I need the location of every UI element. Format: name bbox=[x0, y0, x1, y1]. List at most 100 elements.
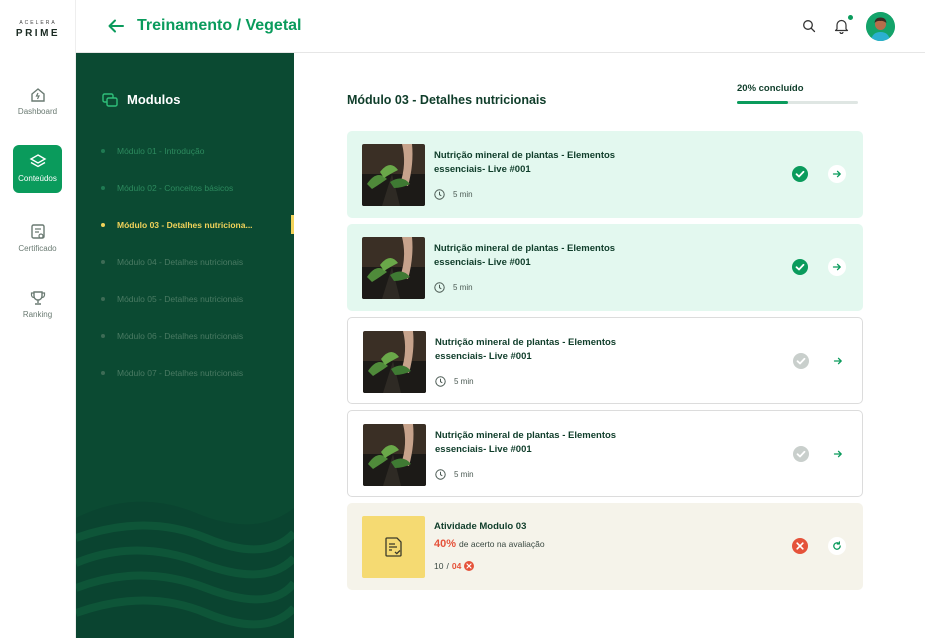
notification-dot bbox=[848, 15, 853, 20]
modules-header: Modulos bbox=[102, 92, 180, 107]
module-label: Módulo 05 - Detalhes nutricionais bbox=[117, 293, 244, 304]
search-icon[interactable] bbox=[802, 19, 816, 33]
lesson-card[interactable]: Nutrição mineral de plantas - Elementos … bbox=[347, 131, 863, 218]
page-title: Treinamento / Vegetal bbox=[137, 17, 302, 34]
activity-score: 40% de acerto na avaliação bbox=[434, 538, 545, 550]
nav-label: Certificado bbox=[18, 244, 57, 253]
lesson-duration: 5 min bbox=[435, 469, 474, 480]
activity-card[interactable]: Atividade Modulo 03 40% de acerto na ava… bbox=[347, 503, 863, 590]
module-title: Módulo 03 - Detalhes nutricionais bbox=[347, 93, 547, 107]
lesson-duration-text: 5 min bbox=[453, 283, 473, 292]
layers-icon bbox=[29, 154, 46, 168]
clock-icon bbox=[434, 282, 445, 293]
bell-icon[interactable] bbox=[834, 18, 849, 34]
lesson-duration-text: 5 min bbox=[454, 377, 474, 386]
module-item[interactable]: Módulo 02 - Conceitos básicos bbox=[101, 169, 294, 206]
score-percent: 40% bbox=[434, 538, 457, 550]
retry-button[interactable] bbox=[828, 537, 846, 555]
open-lesson-button[interactable] bbox=[828, 258, 846, 276]
trophy-icon bbox=[30, 291, 45, 305]
module-dot bbox=[101, 222, 105, 227]
lesson-title: Nutrição mineral de plantas - Elementos … bbox=[434, 150, 616, 175]
nav-item-ranking[interactable]: Ranking bbox=[13, 281, 62, 329]
lesson-duration-text: 5 min bbox=[454, 470, 474, 479]
modules-title: Modulos bbox=[127, 92, 181, 107]
arrow-right-icon bbox=[832, 170, 841, 178]
clock-icon bbox=[435, 376, 446, 387]
modules-icon bbox=[102, 92, 118, 107]
status-check-icon bbox=[792, 259, 808, 275]
nav-label: Ranking bbox=[22, 310, 53, 319]
main-content: Módulo 03 - Detalhes nutricionais 20% co… bbox=[294, 53, 925, 638]
lesson-card[interactable]: Nutrição mineral de plantas - Elementos … bbox=[347, 317, 863, 404]
module-dot bbox=[101, 296, 105, 301]
progress-track bbox=[737, 101, 858, 104]
score-text: de acerto na avaliação bbox=[459, 539, 545, 549]
brand-logo: ACELERA PRIME bbox=[0, 20, 76, 39]
user-avatar-icon bbox=[866, 12, 895, 41]
clock-icon bbox=[435, 469, 446, 480]
activity-count: 10 / 04 bbox=[434, 561, 475, 571]
count-wrong: 04 bbox=[451, 561, 462, 571]
modules-sidebar: Modulos Módulo 01 - Introdução Módulo 02… bbox=[76, 53, 294, 638]
module-dot bbox=[101, 185, 105, 190]
status-pending-icon bbox=[793, 353, 809, 369]
open-lesson-button[interactable] bbox=[828, 165, 846, 183]
count-total: 10 bbox=[434, 561, 444, 571]
open-lesson-button[interactable] bbox=[829, 352, 847, 370]
module-item[interactable]: Módulo 05 - Detalhes nutricionais bbox=[101, 280, 294, 317]
module-label: Módulo 03 - Detalhes nutriciona... bbox=[117, 219, 253, 230]
refresh-icon bbox=[833, 541, 841, 550]
module-progress: 20% concluído bbox=[737, 83, 858, 104]
module-label: Módulo 02 - Conceitos básicos bbox=[117, 182, 234, 193]
module-item[interactable]: Módulo 01 - Introdução bbox=[101, 132, 294, 169]
lesson-thumbnail bbox=[363, 331, 426, 393]
nav-label: Dashboard bbox=[17, 107, 58, 116]
home-icon bbox=[30, 88, 45, 102]
module-item-active[interactable]: Módulo 03 - Detalhes nutriciona... bbox=[101, 206, 294, 243]
status-check-icon bbox=[792, 166, 808, 182]
wrong-x-icon bbox=[464, 561, 475, 571]
module-item[interactable]: Módulo 07 - Detalhes nutricionais bbox=[101, 354, 294, 391]
certificate-icon bbox=[30, 224, 45, 239]
wave-decoration bbox=[76, 501, 294, 638]
lesson-duration-text: 5 min bbox=[453, 190, 473, 199]
brand-top: ACELERA bbox=[19, 20, 57, 26]
lesson-duration: 5 min bbox=[434, 282, 473, 293]
left-nav: ACELERA PRIME Dashboard Conteúdos Certif… bbox=[0, 0, 76, 638]
progress-fill bbox=[737, 101, 788, 104]
module-dot bbox=[101, 333, 105, 338]
lesson-title: Nutrição mineral de plantas - Elementos … bbox=[435, 337, 617, 362]
back-arrow-icon[interactable] bbox=[106, 16, 126, 36]
status-fail-icon bbox=[792, 538, 808, 554]
avatar[interactable] bbox=[866, 12, 895, 41]
arrow-right-icon bbox=[833, 450, 842, 458]
module-dot bbox=[101, 148, 105, 153]
lesson-duration: 5 min bbox=[435, 376, 474, 387]
count-separator: / bbox=[446, 561, 449, 571]
activity-thumbnail bbox=[362, 516, 425, 578]
lesson-title: Nutrição mineral de plantas - Elementos … bbox=[434, 243, 616, 268]
module-item[interactable]: Módulo 04 - Detalhes nutricionais bbox=[101, 243, 294, 280]
arrow-right-icon bbox=[832, 263, 841, 271]
lesson-thumbnail bbox=[363, 424, 426, 486]
lesson-card[interactable]: Nutrição mineral de plantas - Elementos … bbox=[347, 410, 863, 497]
activity-title: Atividade Modulo 03 bbox=[434, 521, 527, 532]
lesson-title: Nutrição mineral de plantas - Elementos … bbox=[435, 430, 617, 455]
module-label: Módulo 04 - Detalhes nutricionais bbox=[117, 256, 244, 267]
nav-label: Conteúdos bbox=[18, 174, 57, 183]
module-label: Módulo 01 - Introdução bbox=[117, 145, 205, 156]
lesson-card[interactable]: Nutrição mineral de plantas - Elementos … bbox=[347, 224, 863, 311]
nav-item-conteudos[interactable]: Conteúdos bbox=[13, 145, 62, 193]
clock-icon bbox=[434, 189, 445, 200]
status-pending-icon bbox=[793, 446, 809, 462]
open-lesson-button[interactable] bbox=[829, 445, 847, 463]
module-dot bbox=[101, 370, 105, 375]
nav-item-dashboard[interactable]: Dashboard bbox=[13, 78, 62, 126]
top-header: Treinamento / Vegetal bbox=[76, 0, 925, 53]
module-item[interactable]: Módulo 06 - Detalhes nutricionais bbox=[101, 317, 294, 354]
nav-item-certificado[interactable]: Certificado bbox=[13, 215, 62, 263]
lesson-duration: 5 min bbox=[434, 189, 473, 200]
module-dot bbox=[101, 259, 105, 264]
module-list: Módulo 01 - Introdução Módulo 02 - Conce… bbox=[101, 132, 294, 391]
